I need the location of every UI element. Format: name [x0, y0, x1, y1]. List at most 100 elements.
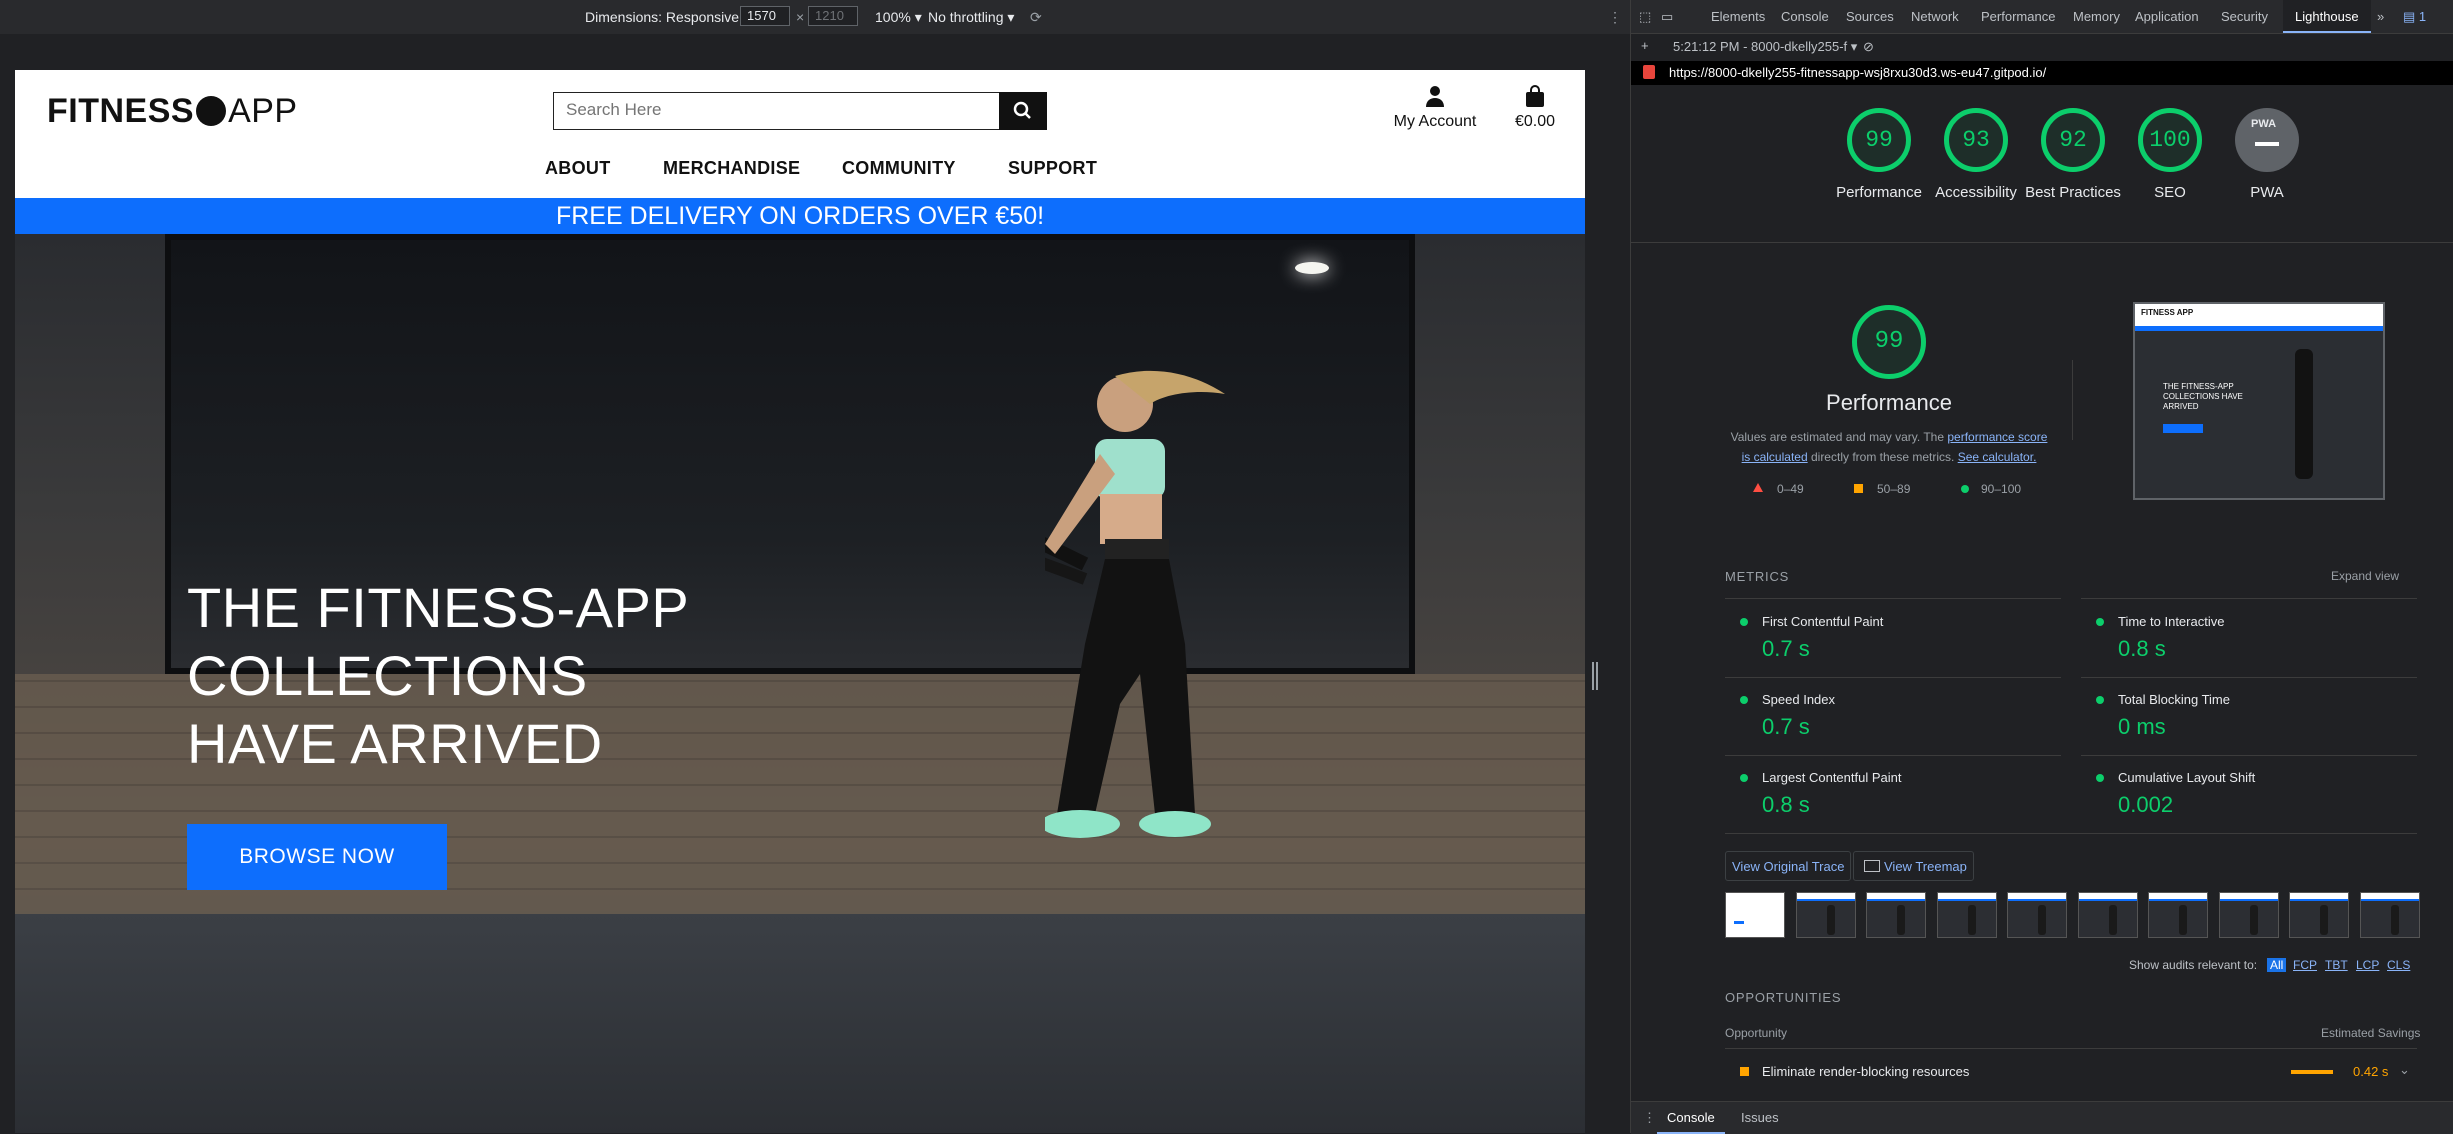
issues-counter[interactable]: ▤ 1: [2403, 9, 2426, 25]
gauge-best-practices[interactable]: 92: [2041, 108, 2105, 172]
more-tabs-icon[interactable]: »: [2377, 9, 2384, 24]
divider: [1631, 242, 2453, 243]
issues-count: 1: [2418, 9, 2427, 24]
opportunities-divider: [1725, 1048, 2417, 1049]
filter-tbt[interactable]: TBT: [2325, 958, 2348, 972]
savings-bar-track: [2291, 1070, 2341, 1074]
clear-reports-icon[interactable]: ⊘: [1863, 39, 1874, 55]
search-input[interactable]: [554, 93, 998, 127]
filter-cls[interactable]: CLS: [2387, 958, 2410, 972]
vertical-divider: [2072, 360, 2073, 440]
more-options-icon[interactable]: ⋮: [1608, 9, 1622, 26]
filter-all[interactable]: All: [2267, 958, 2287, 972]
gauge-pwa[interactable]: PWA: [2235, 108, 2299, 172]
metric-tbt-label: Total Blocking Time: [2118, 692, 2230, 707]
gauge-seo-label: SEO: [2154, 184, 2186, 201]
browse-now-button[interactable]: BROWSE NOW: [187, 824, 447, 890]
tab-elements[interactable]: Elements: [1711, 9, 1765, 24]
savings-column-header: Estimated Savings: [2321, 1026, 2421, 1040]
metrics-divider: [1725, 755, 2061, 756]
dimensions-label: Dimensions: Responsive: [585, 9, 740, 25]
gauge-performance[interactable]: 99: [1847, 108, 1911, 172]
lighthouse-toolbar: + 5:21:12 PM - 8000-dkelly255-f ▾ ⊘: [1631, 33, 2453, 62]
site-logo[interactable]: FITNESS APP: [47, 92, 298, 131]
tab-memory[interactable]: Memory: [2073, 9, 2120, 24]
metric-pass-dot: [2096, 774, 2104, 782]
metric-lcp-label: Largest Contentful Paint: [1762, 770, 1902, 785]
gauge-seo[interactable]: 100: [2138, 108, 2202, 172]
nav-community[interactable]: COMMUNITY: [842, 158, 956, 179]
filmstrip-frame: [2360, 892, 2420, 938]
inspect-element-icon[interactable]: ⬚: [1639, 9, 1651, 25]
filter-fcp[interactable]: FCP: [2293, 958, 2317, 972]
filmstrip-frame: [2289, 892, 2349, 938]
average-square-icon: [1740, 1067, 1749, 1076]
pwa-badge-icon: [2255, 142, 2279, 146]
gauge-pwa-label: PWA: [2250, 184, 2284, 201]
dimensions-dropdown[interactable]: Dimensions: Responsive ▾: [585, 9, 750, 26]
metrics-divider: [2081, 677, 2417, 678]
drawer-menu-icon[interactable]: ⋮: [1643, 1110, 1656, 1126]
view-original-trace-button[interactable]: View Original Trace: [1725, 851, 1852, 881]
treemap-icon: [1864, 860, 1880, 872]
final-screenshot[interactable]: FITNESS APP THE FITNESS-APP COLLECTIONS …: [2133, 302, 2385, 500]
rotate-icon[interactable]: ⟳: [1030, 9, 1042, 26]
pwa-badge-text: PWA: [2251, 118, 2277, 130]
view-treemap-button[interactable]: View Treemap: [1853, 851, 1974, 881]
search-button[interactable]: [999, 92, 1047, 130]
new-report-icon[interactable]: +: [1641, 38, 1649, 53]
metric-tti-value: 0.8 s: [2118, 636, 2166, 661]
report-selector-label: 5:21:12 PM - 8000-dkelly255-f: [1673, 39, 1848, 54]
website-viewport: FITNESS APP My Account €0.00 ABOUT MERCHA…: [15, 70, 1585, 1133]
tab-lighthouse[interactable]: Lighthouse: [2283, 0, 2371, 33]
gauge-accessibility[interactable]: 93: [1944, 108, 2008, 172]
height-input[interactable]: 1210: [808, 6, 858, 26]
ceiling-light: [1295, 262, 1329, 274]
performance-title: Performance: [1826, 390, 1952, 415]
opportunity-row[interactable]: Eliminate render-blocking resources 0.42…: [1631, 1056, 2453, 1086]
performance-note: Values are estimated and may vary. The p…: [1726, 427, 2052, 467]
throttling-dropdown[interactable]: No throttling ▾: [928, 9, 1014, 26]
metrics-title: METRICS: [1725, 569, 1790, 584]
tab-network[interactable]: Network: [1911, 9, 1959, 24]
metric-pass-dot: [1740, 774, 1748, 782]
chevron-down-icon[interactable]: ⌄: [2399, 1062, 2410, 1078]
final-screenshot-header: FITNESS APP: [2135, 304, 2383, 326]
drawer-tab-issues[interactable]: Issues: [1731, 1102, 1789, 1134]
savings-value: 0.42 s: [2353, 1064, 2389, 1079]
devtools-panel: ⬚ ▭ Elements Console Sources Network Per…: [1630, 0, 2453, 1134]
opportunities-title: OPPORTUNITIES: [1725, 990, 1842, 1005]
width-input[interactable]: 1570: [740, 6, 790, 26]
tab-application[interactable]: Application: [2135, 9, 2199, 24]
legend-pass: 90–100: [1981, 482, 2022, 496]
expand-view-toggle[interactable]: Expand view: [2331, 569, 2399, 583]
zoom-dropdown[interactable]: 100% ▾: [875, 9, 922, 26]
fail-triangle-icon: [1753, 483, 1763, 492]
zoom-label: 100%: [875, 9, 911, 25]
report-selector[interactable]: 5:21:12 PM - 8000-dkelly255-f ▾: [1673, 39, 1857, 55]
audited-url[interactable]: https://8000-dkelly255-fitnessapp-wsj8rx…: [1669, 65, 2046, 80]
nav-support[interactable]: SUPPORT: [1008, 158, 1097, 179]
logo-word-fitness: FITNESS: [47, 92, 195, 130]
tab-performance[interactable]: Performance: [1981, 9, 2055, 24]
filmstrip-frame: [2219, 892, 2279, 938]
tab-console[interactable]: Console: [1781, 9, 1829, 24]
shopping-bag-link[interactable]: €0.00: [1505, 84, 1565, 131]
see-calculator-link[interactable]: See calculator.: [1958, 450, 2037, 464]
tab-sources[interactable]: Sources: [1846, 9, 1894, 24]
drawer-tab-console[interactable]: Console: [1657, 1102, 1725, 1134]
viewport-resize-handle[interactable]: [1592, 662, 1598, 690]
gauge-performance-label: Performance: [1836, 184, 1922, 201]
filter-lcp[interactable]: LCP: [2356, 958, 2379, 972]
tab-security[interactable]: Security: [2221, 9, 2268, 24]
device-toggle-icon[interactable]: ▭: [1661, 9, 1673, 25]
issues-icon: ▤: [2403, 9, 2416, 24]
nav-about[interactable]: ABOUT: [545, 158, 611, 179]
filmstrip-frame: [2148, 892, 2208, 938]
metrics-divider: [1725, 677, 2061, 678]
nav-merchandise[interactable]: MERCHANDISE: [663, 158, 800, 179]
medal-icon: [196, 96, 227, 126]
my-account-link[interactable]: My Account: [1385, 84, 1485, 131]
metric-tbt-value: 0 ms: [2118, 714, 2166, 739]
metric-lcp-value: 0.8 s: [1762, 792, 1810, 817]
